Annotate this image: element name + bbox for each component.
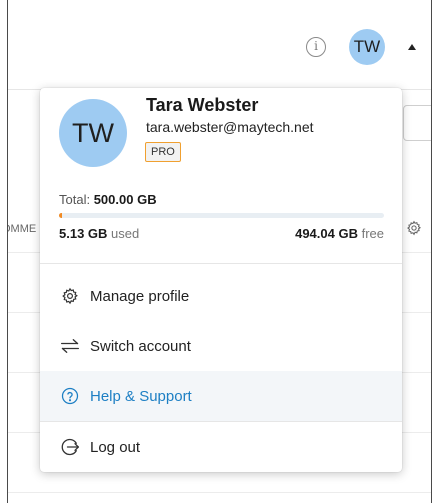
help-support-menu-item[interactable]: Help & Support [40, 371, 402, 421]
help-circle-icon [60, 386, 80, 406]
user-name: Tara Webster [146, 95, 259, 115]
app-window: i TW OMME TW Tara Webster tara.webster@m… [7, 0, 432, 503]
log-out-menu-item[interactable]: Log out [40, 422, 402, 472]
manage-profile-menu-item[interactable]: Manage profile [40, 271, 402, 321]
user-menu-dropdown: TW Tara Webster tara.webster@maytech.net… [40, 88, 402, 472]
column-header: OMME [8, 223, 37, 235]
storage-used-value: 5.13 GB [59, 226, 108, 241]
info-icon[interactable]: i [306, 37, 326, 57]
storage-total-value: 500.00 GB [93, 192, 157, 207]
storage-progress-fill [59, 213, 63, 218]
storage-used: 5.13 GB used [59, 226, 139, 241]
storage-free: 494.04 GB free [295, 226, 384, 241]
menu-item-label: Switch account [90, 337, 191, 355]
user-email: tara.webster@maytech.net [146, 119, 314, 135]
background-search-input[interactable] [403, 105, 431, 141]
plan-badge: PRO [145, 142, 181, 162]
storage-free-label: free [361, 226, 384, 241]
menu-item-label: Help & Support [90, 387, 192, 405]
storage-used-label: used [111, 226, 140, 241]
top-bar: i TW [8, 21, 431, 90]
switch-arrows-icon [60, 336, 80, 356]
gear-icon [60, 286, 80, 306]
menu-item-label: Log out [90, 438, 141, 456]
storage-total: Total: 500.00 GB [59, 192, 157, 207]
gear-icon[interactable] [406, 220, 422, 241]
caret-up-icon[interactable] [408, 44, 416, 50]
menu-item-label: Manage profile [90, 287, 190, 305]
avatar: TW [59, 99, 127, 167]
storage-free-value: 494.04 GB [295, 226, 358, 241]
storage-progress-bar [59, 213, 384, 218]
divider [40, 263, 402, 264]
divider [8, 492, 431, 493]
storage-total-label: Total: [59, 192, 91, 207]
switch-account-menu-item[interactable]: Switch account [40, 321, 402, 371]
logout-icon [60, 437, 80, 457]
user-avatar-button[interactable]: TW [349, 29, 385, 65]
